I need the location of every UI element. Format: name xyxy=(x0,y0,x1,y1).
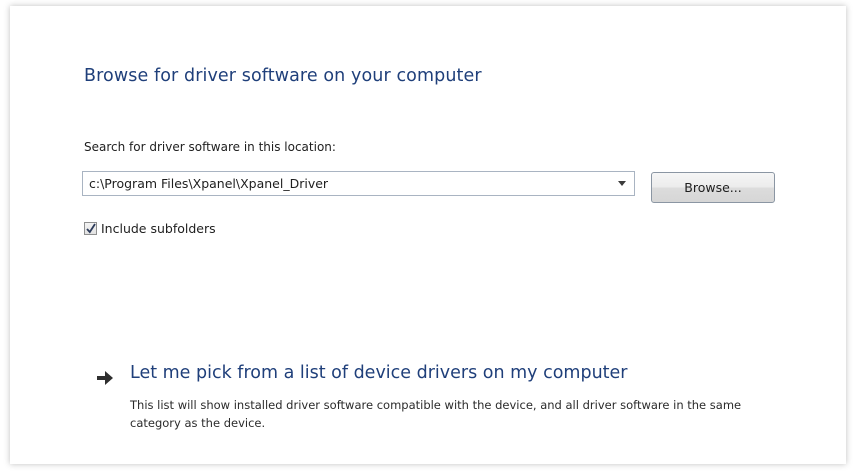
path-input[interactable] xyxy=(83,172,603,195)
pick-from-list-description: This list will show installed driver sof… xyxy=(130,398,742,430)
arrow-right-icon xyxy=(97,371,113,385)
pick-from-list-title[interactable]: Let me pick from a list of device driver… xyxy=(130,363,628,383)
page-title: Browse for driver software on your compu… xyxy=(84,66,482,86)
include-subfolders-label: Include subfolders xyxy=(101,220,216,236)
include-subfolders-checkbox[interactable] xyxy=(84,221,97,235)
include-subfolders-row[interactable]: Include subfolders xyxy=(84,220,216,236)
chevron-down-icon[interactable] xyxy=(614,172,630,195)
checkmark-icon xyxy=(86,223,96,233)
driver-wizard-page: Browse for driver software on your compu… xyxy=(10,6,846,464)
path-combobox[interactable] xyxy=(82,171,635,196)
browse-button[interactable]: Browse... xyxy=(651,172,775,203)
search-location-label: Search for driver software in this locat… xyxy=(84,140,336,154)
